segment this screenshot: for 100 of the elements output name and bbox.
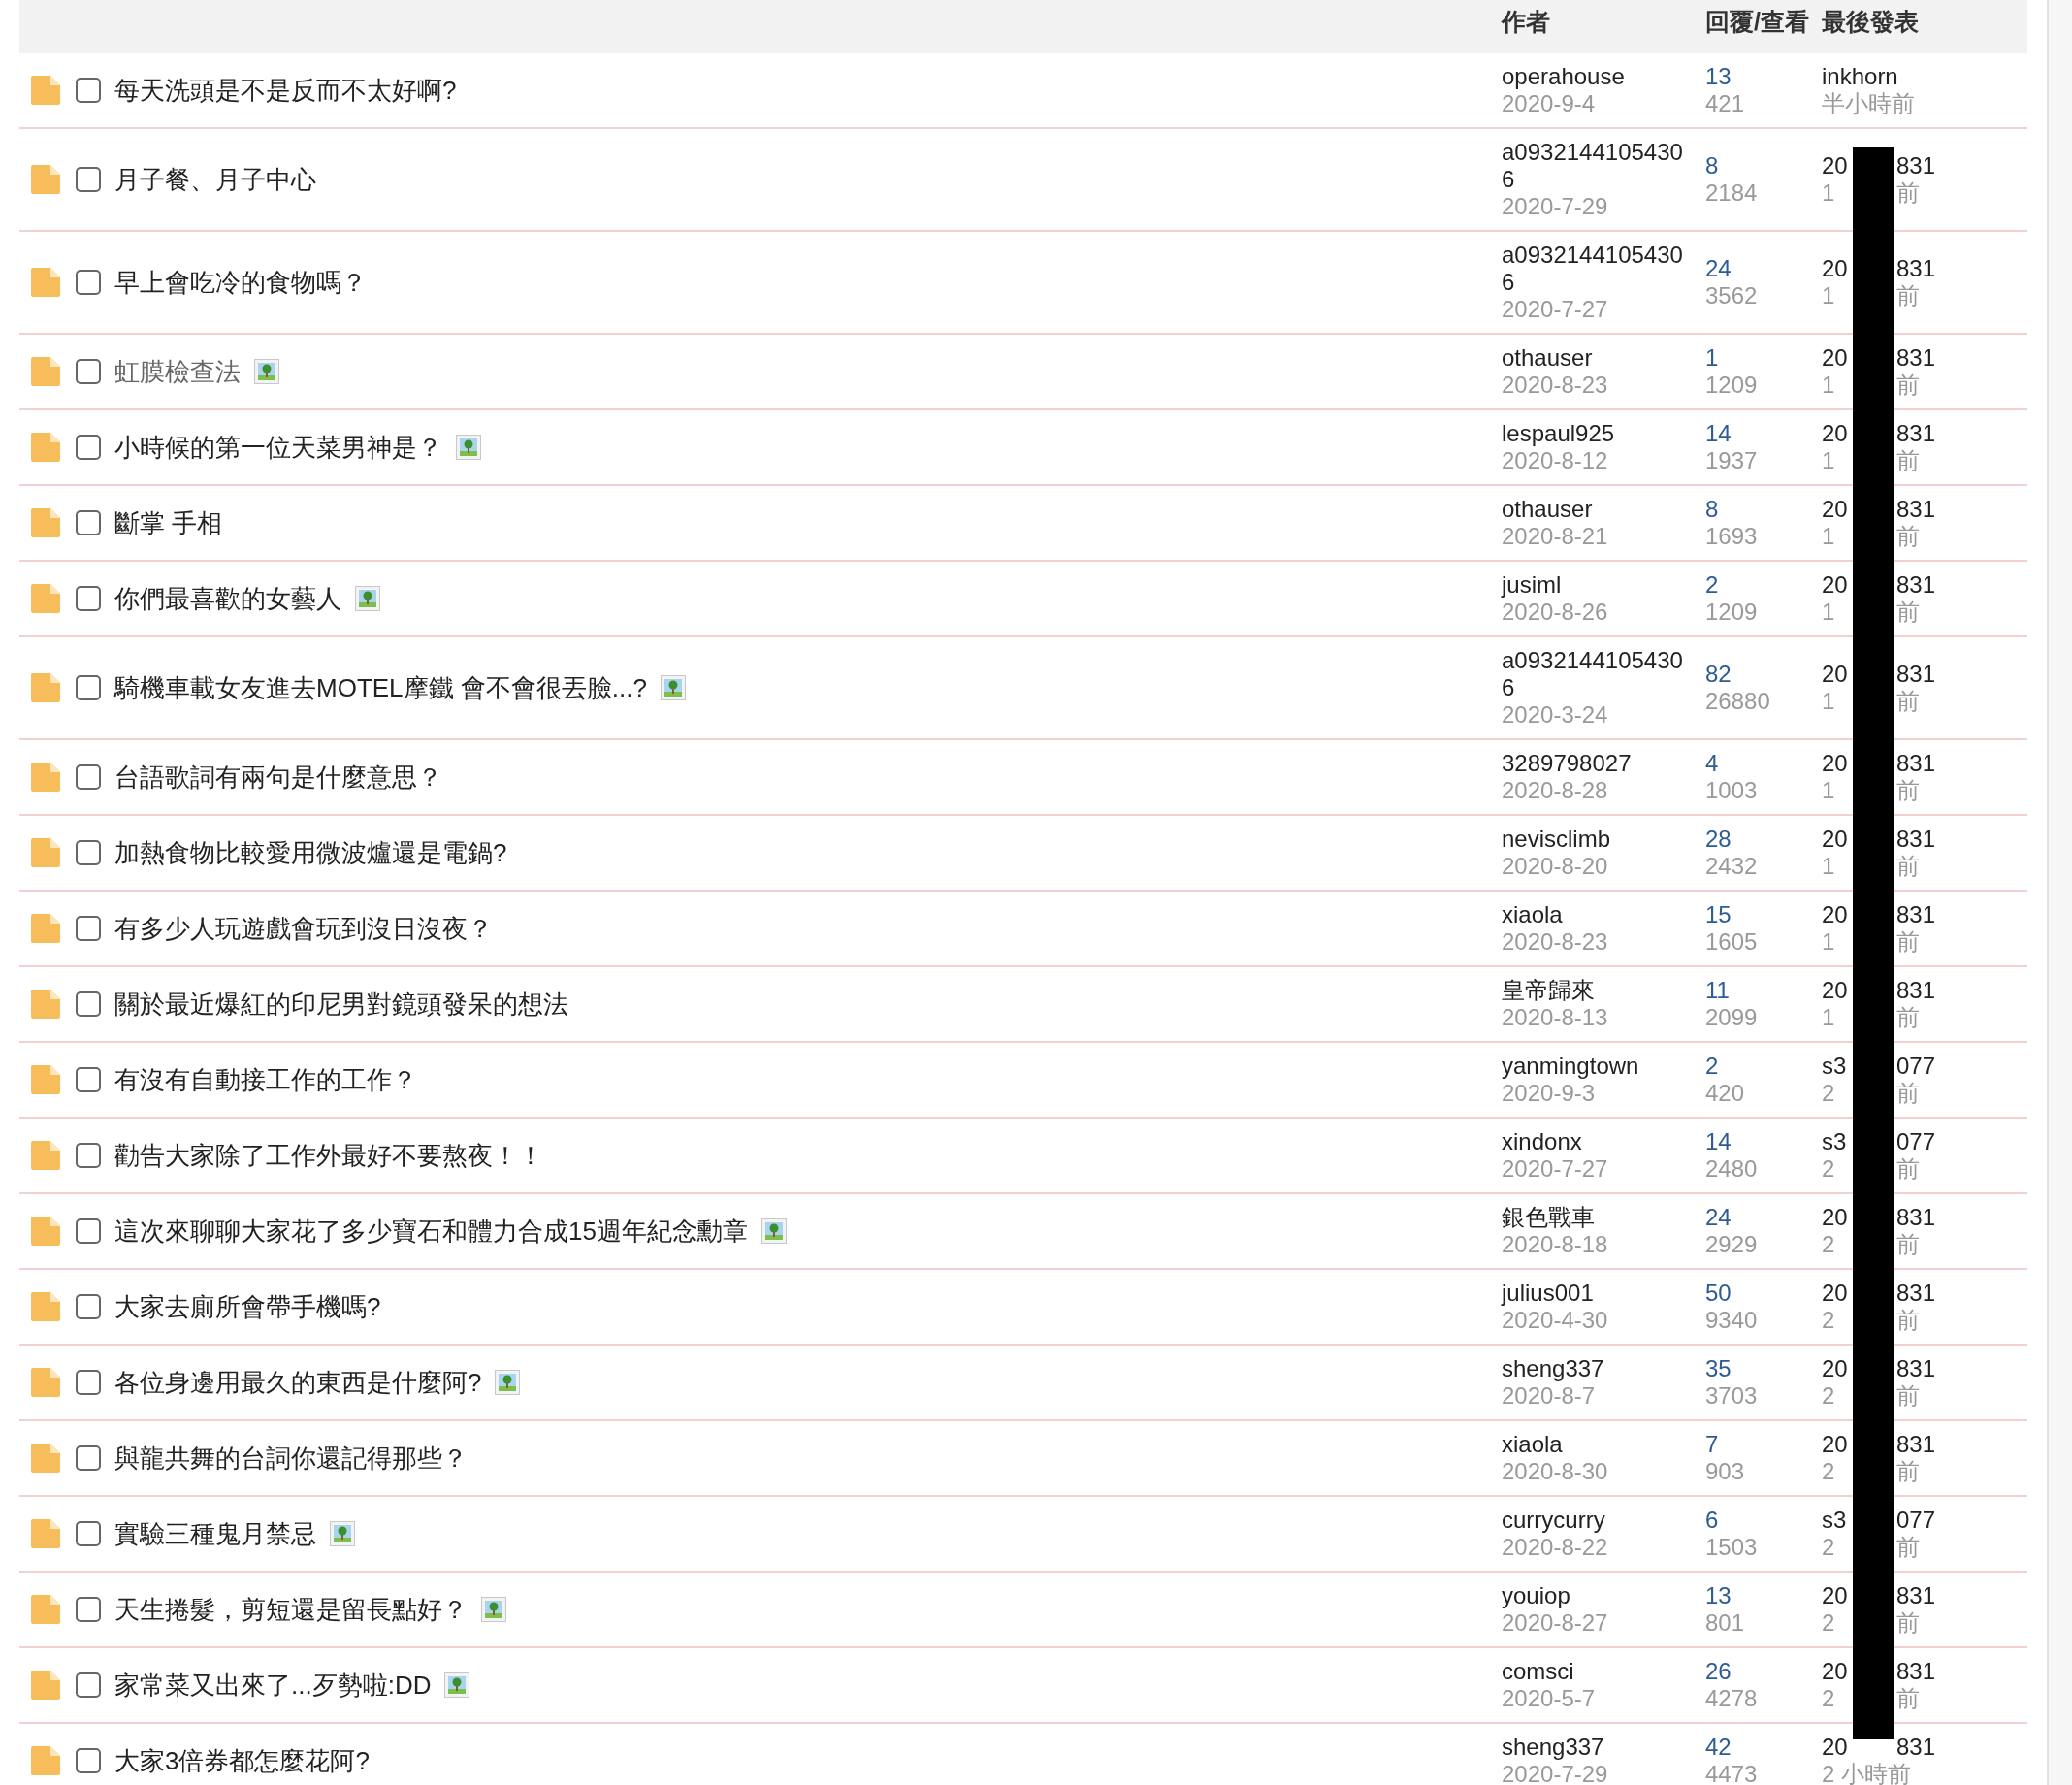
last-post-time: 前 [1896,1080,1920,1107]
select-checkbox[interactable] [76,1143,101,1168]
topic-title[interactable]: 與龍共舞的台詞你還記得那些？ [114,1439,468,1477]
topic-title[interactable]: 騎機車載女友進去MOTEL摩鐵 會不會很丟臉...? [114,668,647,707]
author-name[interactable]: 3289798027 [1502,750,1692,777]
last-post-time: 2 [1822,1155,1835,1182]
select-checkbox[interactable] [76,1748,101,1773]
author-name[interactable]: othauser [1502,344,1692,372]
author-name[interactable]: nevisclimb [1502,826,1692,853]
view-count: 2184 [1705,179,1758,206]
view-count: 9340 [1705,1307,1758,1333]
author-name[interactable]: yanmingtown [1502,1053,1692,1080]
reply-count: 8 [1705,152,1719,178]
reply-count: 13 [1705,63,1732,89]
author-name[interactable]: xiaola [1502,1431,1692,1458]
topic-title[interactable]: 加熱食物比較愛用微波爐還是電鍋? [114,833,507,872]
author-name[interactable]: julius001 [1502,1280,1692,1307]
last-poster: s3 [1822,1128,1847,1154]
last-poster: 831 [1896,496,1936,523]
author-name[interactable]: sheng337 [1502,1355,1692,1382]
post-date: 2020-7-29 [1502,1761,1609,1785]
file-icon [29,582,62,615]
topic-title[interactable]: 家常菜又出來了...歹勢啦:DD [114,1666,432,1704]
last-poster: 831 [1896,826,1936,853]
topic-title[interactable]: 各位身邊用最久的東西是什麼阿? [114,1363,482,1402]
last-post-time: 前 [1896,372,1920,399]
reply-count: 14 [1705,420,1732,446]
topic-title[interactable]: 台語歌詞有兩句是什麼意思？ [114,758,442,796]
file-icon [29,163,62,196]
file-icon [29,355,62,388]
topic-title[interactable]: 有沒有自動接工作的工作？ [114,1060,417,1099]
author-name[interactable]: a09321441054306 [1502,647,1692,701]
file-icon [29,761,62,794]
author-name[interactable]: comsci [1502,1658,1692,1685]
select-checkbox[interactable] [76,764,101,790]
select-checkbox[interactable] [76,991,101,1017]
author-name[interactable]: jusiml [1502,571,1692,599]
topic-title[interactable]: 你們最喜歡的女藝人 [114,579,341,618]
select-checkbox[interactable] [76,167,101,192]
select-checkbox[interactable] [76,1672,101,1698]
topic-title[interactable]: 月子餐、月子中心 [114,160,316,199]
select-checkbox[interactable] [76,510,101,536]
author-name[interactable]: othauser [1502,496,1692,523]
topic-title[interactable]: 這次來聊聊大家花了多少寶石和體力合成15週年紀念勳章 [114,1212,748,1250]
last-poster: 20 [1822,344,1848,371]
post-date: 2020-8-20 [1502,853,1609,880]
author-name[interactable]: xindonx [1502,1128,1692,1155]
select-checkbox[interactable] [76,1445,101,1471]
last-post-time: 半小時前 [1822,90,1915,117]
topic-title[interactable]: 實驗三種鬼月禁忌 [114,1514,316,1553]
select-checkbox[interactable] [76,916,101,941]
author-name[interactable]: 皇帝歸來 [1502,977,1692,1004]
topic-title[interactable]: 虹膜檢查法 [114,352,241,391]
select-checkbox[interactable] [76,359,101,384]
select-checkbox[interactable] [76,840,101,865]
last-post-time: 1 [1822,372,1835,398]
file-icon [29,1139,62,1172]
select-checkbox[interactable] [76,78,101,103]
topic-title[interactable]: 早上會吃冷的食物嗎？ [114,263,367,302]
author-name[interactable]: operahouse [1502,63,1692,90]
author-name[interactable]: 銀色戰車 [1502,1204,1692,1231]
select-checkbox[interactable] [76,270,101,295]
topic-title[interactable]: 天生捲髮，剪短還是留長點好？ [114,1590,468,1629]
file-icon [29,1517,62,1550]
select-checkbox[interactable] [76,1521,101,1546]
last-poster: 831 [1896,1658,1936,1685]
image-icon [355,586,380,611]
select-checkbox[interactable] [76,1218,101,1244]
author-name[interactable]: xiaola [1502,901,1692,928]
author-name[interactable]: a09321441054306 [1502,242,1692,296]
post-date: 2020-8-23 [1502,372,1609,399]
last-post-time: 前 [1896,1458,1920,1485]
topic-title[interactable]: 斷掌 手相 [114,503,223,542]
author-name[interactable]: lespaul925 [1502,420,1692,447]
post-date: 2020-8-27 [1502,1609,1609,1637]
author-name[interactable]: currycurry [1502,1507,1692,1534]
topic-title[interactable]: 大家去廁所會帶手機嗎? [114,1287,381,1326]
last-poster: 20 [1822,977,1848,1003]
select-checkbox[interactable] [76,675,101,700]
author-name[interactable]: youiop [1502,1582,1692,1609]
topic-title[interactable]: 有多少人玩遊戲會玩到沒日沒夜？ [114,909,493,948]
topic-title[interactable]: 關於最近爆紅的印尼男對鏡頭發呆的想法 [114,985,568,1023]
author-name[interactable]: sheng337 [1502,1734,1692,1761]
topic-title[interactable]: 每天洗頭是不是反而不太好啊? [114,71,457,110]
select-checkbox[interactable] [76,1370,101,1395]
topic-title[interactable]: 勸告大家除了工作外最好不要熬夜！！ [114,1136,543,1175]
select-checkbox[interactable] [76,1067,101,1092]
topic-title[interactable]: 小時候的第一位天菜男神是？ [114,428,442,467]
select-checkbox[interactable] [76,1597,101,1622]
select-checkbox[interactable] [76,435,101,460]
topic-title[interactable]: 大家3倍券都怎麼花阿? [114,1741,370,1780]
select-checkbox[interactable] [76,1294,101,1319]
file-icon [29,1063,62,1096]
last-poster: 20 [1822,255,1848,281]
view-count: 2929 [1705,1231,1758,1257]
view-count: 26880 [1705,688,1770,714]
author-name[interactable]: a09321441054306 [1502,139,1692,193]
file-icon [29,266,62,299]
select-checkbox[interactable] [76,586,101,611]
post-date: 2020-5-7 [1502,1685,1597,1712]
